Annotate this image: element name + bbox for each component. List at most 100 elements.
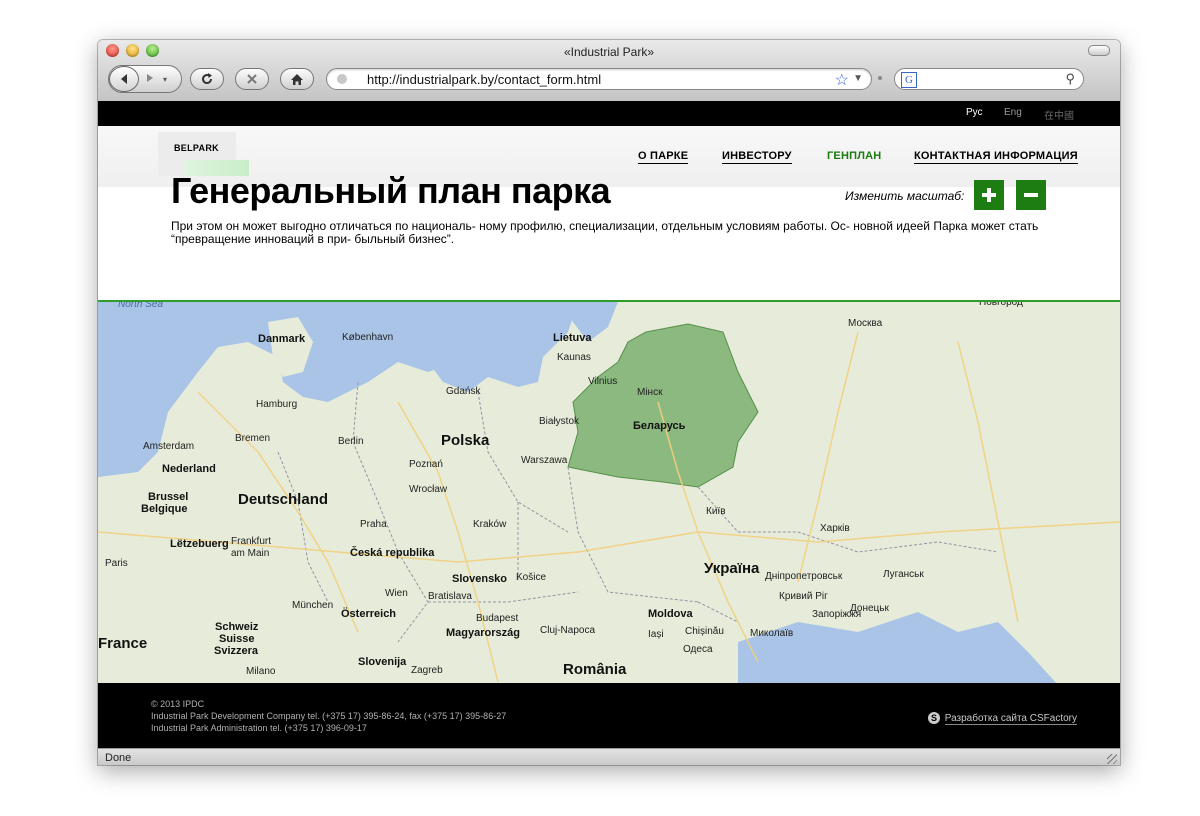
status-text: Done — [105, 752, 132, 764]
map-label-berlin: Berlin — [338, 436, 364, 447]
map-label-iasi: Iași — [648, 629, 664, 640]
reload-button[interactable] — [190, 68, 224, 90]
resize-grip-icon[interactable] — [1107, 754, 1117, 764]
footer-administration-contacts: Industrial Park Administration tel. (+37… — [151, 723, 367, 733]
map-label-romania: România — [563, 661, 627, 678]
site-logo[interactable]: BELPARK — [174, 143, 219, 153]
toolbar-separator-dot — [878, 76, 882, 80]
nav-masterplan[interactable]: ГЕНПЛАН — [827, 150, 881, 163]
browser-window: «Industrial Park» ▾ http://industrialpar… — [98, 40, 1120, 765]
map-label-kyiv: Київ — [706, 506, 726, 517]
map-label-slovensko: Slovensko — [452, 573, 508, 585]
back-forward-group: ▾ — [108, 65, 182, 93]
chevron-down-icon[interactable]: ▼ — [853, 73, 863, 84]
map-label-dnipro: Дніпропетровськ — [765, 571, 843, 582]
map-label-bialystok: Białystok — [539, 416, 580, 427]
map-label-ceska: Česká republika — [350, 547, 435, 559]
site-info-icon[interactable] — [337, 74, 347, 84]
map-label-schweiz: Schweiz — [215, 621, 259, 633]
search-icon[interactable]: ⚲ — [1065, 71, 1075, 87]
map-label-odesa: Одеса — [683, 644, 713, 655]
minus-icon — [1024, 193, 1038, 197]
lang-en-link[interactable]: Eng — [1004, 107, 1022, 118]
map-label-warszawa: Warszawa — [521, 455, 568, 466]
map-label-magyarorszag: Magyarország — [446, 627, 520, 639]
browser-toolbar: «Industrial Park» ▾ http://industrialpar… — [98, 40, 1120, 102]
address-url[interactable]: http://industrialpark.by/contact_form.ht… — [367, 72, 601, 87]
map-label-mykolaiv: Миколаїв — [750, 628, 794, 639]
bookmark-star-icon[interactable]: ☆ — [835, 70, 849, 90]
nav-contacts[interactable]: КОНТАКТНАЯ ИНФОРМАЦИЯ — [914, 150, 1078, 164]
map-label-milano: Milano — [246, 666, 276, 677]
site-footer: © 2013 IPDC Industrial Park Development … — [98, 683, 1120, 748]
map-label-zagreb: Zagreb — [411, 665, 443, 676]
home-icon — [291, 73, 303, 85]
map-label-kharkiv: Харків — [820, 523, 850, 534]
map-label-letzebuerg: Lëtzebuerg — [170, 538, 229, 550]
history-dropdown-icon[interactable]: ▾ — [163, 75, 167, 84]
search-field[interactable]: G ⚲ — [894, 68, 1084, 90]
map-label-slovenija: Slovenija — [358, 656, 407, 668]
home-button[interactable] — [280, 68, 314, 90]
map-label-kobenhavn: København — [342, 332, 394, 343]
map-label-amsterdam: Amsterdam — [143, 441, 195, 452]
master-plan-map[interactable]: North Sea Danmark København Lietuva Kaun… — [98, 300, 1120, 685]
map-label-deutschland: Deutschland — [238, 491, 329, 508]
map-label-svizzera: Svizzera — [214, 645, 259, 657]
map-label-budapest: Budapest — [476, 613, 519, 624]
map-label-minsk: Мінск — [637, 387, 663, 398]
forward-button[interactable] — [145, 72, 155, 86]
map-label-bratislava: Bratislava — [428, 591, 472, 602]
search-engine-icon[interactable]: G — [901, 72, 917, 88]
stop-button[interactable] — [235, 68, 269, 90]
browser-status-bar: Done — [98, 748, 1120, 765]
map-label-polska: Polska — [441, 432, 490, 449]
nav-about[interactable]: О ПАРКЕ — [638, 150, 689, 164]
map-label-frankfurt: Frankfurt am Main — [231, 536, 272, 559]
map-label-poznan: Poznań — [409, 459, 443, 470]
map-label-kaunas: Kaunas — [557, 352, 591, 363]
csfactory-logo-icon: S — [928, 712, 940, 724]
map-label-north-sea: North Sea — [118, 300, 164, 310]
map-label-vilnius: Vilnius — [588, 376, 618, 387]
map-label-ukraina: Україна — [704, 560, 760, 577]
map-label-chisinau: Chișinău — [685, 626, 724, 637]
map-label-muenchen: München — [292, 600, 334, 611]
zoom-in-button[interactable] — [974, 180, 1004, 210]
black-sea — [738, 612, 1058, 685]
plus-icon — [982, 188, 996, 202]
map-label-belgique: Belgique — [141, 503, 188, 515]
map-label-bremen: Bremen — [235, 433, 271, 444]
map-label-luhansk: Луганськ — [883, 569, 924, 580]
map-label-wien: Wien — [385, 588, 408, 599]
address-bar[interactable]: http://industrialpark.by/contact_form.ht… — [326, 68, 872, 90]
search-input[interactable] — [923, 71, 1057, 87]
reload-icon — [202, 73, 213, 85]
map-label-krakow: Kraków — [473, 519, 507, 530]
map-label-praha: Praha — [360, 519, 387, 530]
footer-company-contacts: Industrial Park Development Company tel.… — [151, 711, 507, 721]
map-label-wroclaw: Wrocław — [409, 484, 448, 495]
zoom-out-button[interactable] — [1016, 180, 1046, 210]
map-label-hamburg: Hamburg — [256, 399, 298, 410]
map-label-osterreich: Österreich — [341, 608, 397, 620]
map-label-france: France — [98, 635, 148, 652]
window-title: «Industrial Park» — [563, 45, 655, 59]
scale-label: Изменить масштаб: — [845, 189, 965, 203]
map-label-kosice: Košice — [516, 572, 547, 583]
map-label-suisse: Suisse — [219, 633, 255, 645]
toolbar-toggle-button[interactable] — [1088, 45, 1110, 56]
lang-ru-link[interactable]: Рус — [966, 107, 983, 118]
back-arrow-icon — [121, 74, 127, 84]
language-bar: Рус Eng 在中國 — [98, 101, 1120, 126]
back-button[interactable] — [109, 66, 139, 92]
map-label-paris: Paris — [105, 558, 128, 569]
nav-investor[interactable]: ИНВЕСТОРУ — [722, 150, 792, 164]
page-description: При этом он может выгодно отличаться по … — [171, 219, 1039, 246]
map-label-moldova: Moldova — [648, 608, 693, 620]
lang-cn-link[interactable]: 在中國 — [1044, 107, 1074, 122]
developer-credit-link[interactable]: Разработка сайта CSFactory — [944, 713, 1077, 725]
map-label-lietuva: Lietuva — [553, 332, 592, 344]
map-label-moskva: Москва — [848, 318, 883, 329]
page-title: Генеральный план парка — [171, 170, 611, 211]
